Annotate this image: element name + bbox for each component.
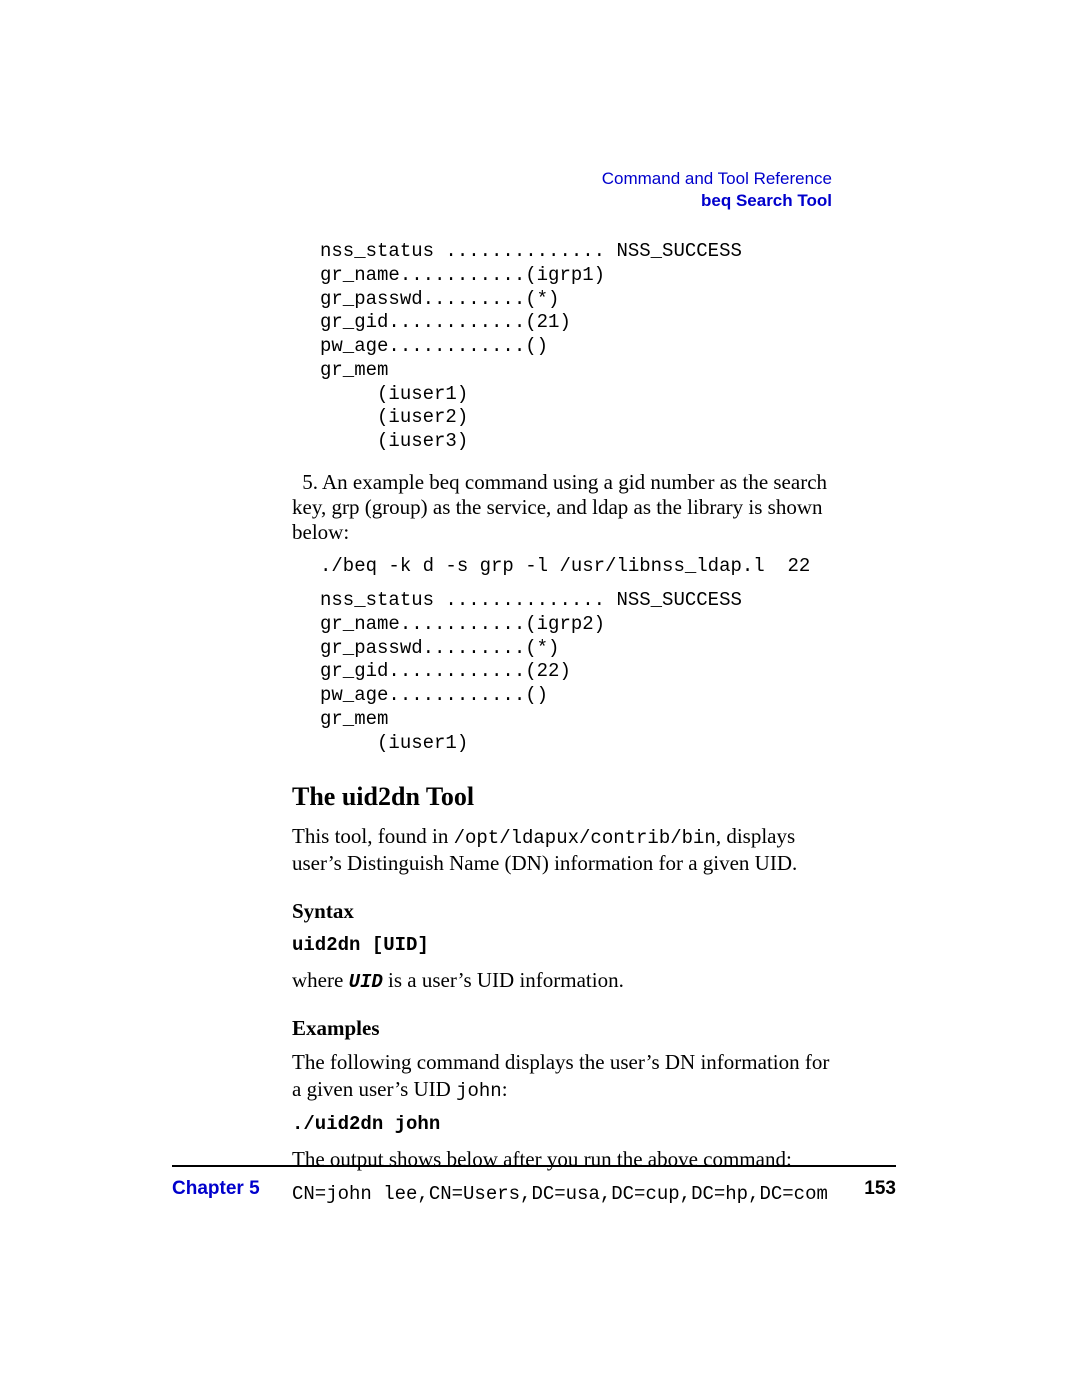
list-item-5: 5.An example beq command using a gid num… (292, 470, 832, 546)
list-number: 5. (292, 470, 318, 495)
examples-output-intro: The output shows below after you run the… (292, 1146, 832, 1173)
footer-chapter: Chapter 5 (172, 1178, 260, 1201)
examples-intro-prefix: The following command displays the user’… (292, 1050, 829, 1101)
header-subtitle: beq Search Tool (602, 190, 832, 212)
subsection-syntax: Syntax (292, 899, 832, 924)
example-command: ./uid2dn john (292, 1113, 832, 1136)
syntax-usage: uid2dn [UID] (292, 934, 832, 957)
header-title: Command and Tool Reference (602, 168, 832, 190)
footer-rule (172, 1165, 896, 1167)
uid-var: UID (349, 971, 383, 993)
footer-page-number: 153 (864, 1178, 896, 1201)
subsection-examples: Examples (292, 1016, 832, 1041)
code-block-output-2: nss_status .............. NSS_SUCCESS gr… (320, 589, 832, 755)
syntax-where: where UID is a user’s UID information. (292, 967, 832, 994)
code-block-cmd-2: ./beq -k d -s grp -l /usr/libnss_ldap.l … (320, 555, 832, 579)
examples-intro-suffix: : (502, 1077, 508, 1101)
page-content: nss_status .............. NSS_SUCCESS gr… (292, 240, 832, 1216)
examples-intro: The following command displays the user’… (292, 1049, 832, 1103)
tool-path: /opt/ldapux/contrib/bin (454, 827, 716, 849)
where-suffix: is a user’s UID information. (383, 968, 624, 992)
page: Command and Tool Reference beq Search To… (0, 0, 1080, 1397)
tool-intro-prefix: This tool, found in (292, 824, 454, 848)
page-footer: Chapter 5 153 (172, 1178, 896, 1201)
code-block-output-1: nss_status .............. NSS_SUCCESS gr… (320, 240, 832, 454)
page-header: Command and Tool Reference beq Search To… (602, 168, 832, 212)
where-prefix: where (292, 968, 349, 992)
section-heading-uid2dn: The uid2dn Tool (292, 781, 832, 812)
list-text: An example beq command using a gid numbe… (292, 470, 827, 544)
tool-intro: This tool, found in /opt/ldapux/contrib/… (292, 823, 832, 877)
examples-uid: john (456, 1080, 502, 1102)
